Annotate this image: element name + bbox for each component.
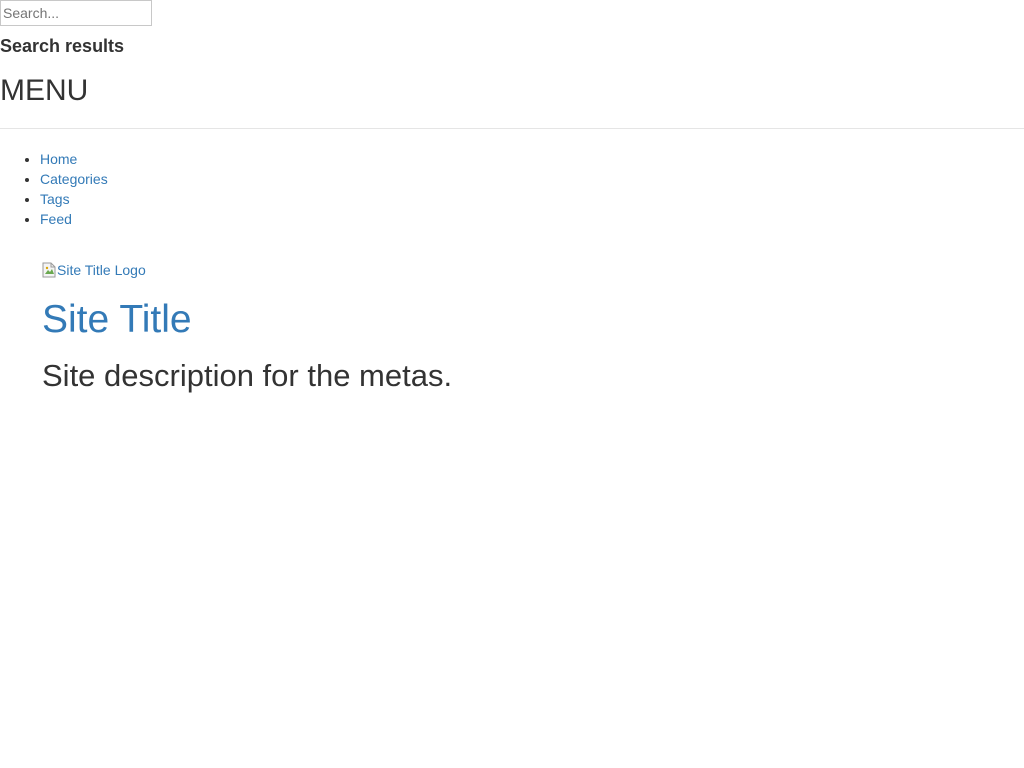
nav-menu: Home Categories Tags Feed (0, 149, 108, 229)
nav-item-home: Home (40, 149, 108, 169)
site-title-link[interactable]: Site Title (42, 298, 192, 341)
site-logo-link[interactable]: Site Title Logo (42, 261, 146, 279)
site-description: Site description for the metas. (42, 358, 453, 393)
menu-heading: MENU (0, 74, 89, 107)
broken-image-icon (42, 262, 56, 278)
logo-alt-text: Site Title Logo (57, 262, 146, 278)
nav-item-feed: Feed (40, 209, 108, 229)
site-title: Site Title (42, 296, 192, 344)
nav-item-tags: Tags (40, 189, 108, 209)
search-input[interactable] (0, 0, 152, 26)
nav-item-categories: Categories (40, 169, 108, 189)
search-results-heading: Search results (0, 36, 125, 56)
nav-link-feed[interactable]: Feed (40, 211, 72, 227)
nav-link-categories[interactable]: Categories (40, 171, 108, 187)
nav-link-home[interactable]: Home (40, 151, 77, 167)
nav-link-tags[interactable]: Tags (40, 191, 70, 207)
divider (0, 128, 1024, 129)
